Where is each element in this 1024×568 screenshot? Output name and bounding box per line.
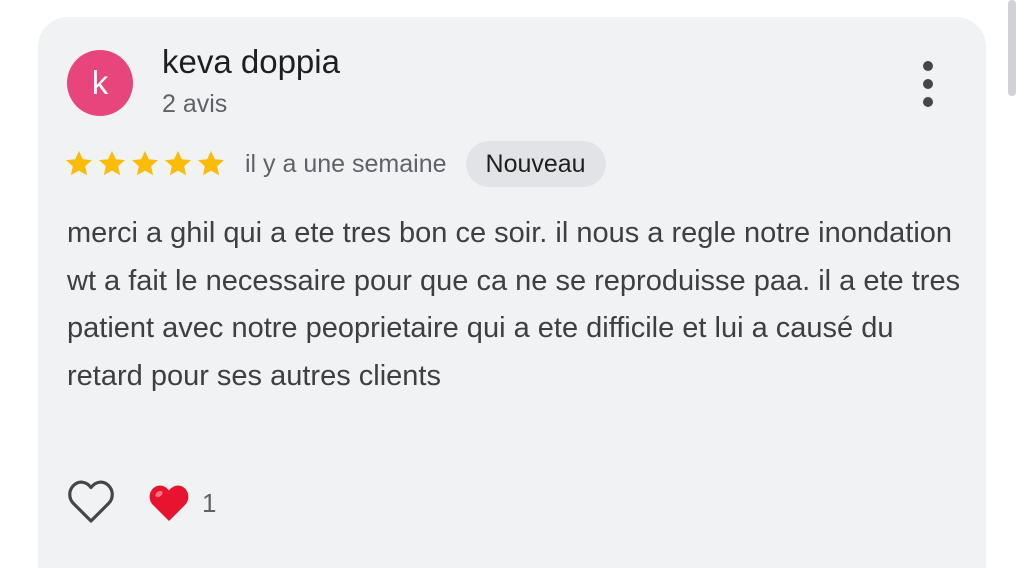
review-card: k keva doppia 2 avis il y a une semaine …	[38, 17, 986, 568]
new-badge: Nouveau	[465, 141, 606, 187]
heart-outline-icon	[68, 480, 114, 523]
red-heart-emoji-icon	[149, 485, 189, 521]
more-options-button[interactable]	[914, 61, 942, 107]
reaction-count: 1	[202, 487, 217, 518]
author-reviews-count: 2 avis	[162, 90, 228, 118]
avatar[interactable]: k	[67, 50, 133, 116]
author-name[interactable]: keva doppia	[162, 43, 340, 81]
heart-reaction[interactable]: 1	[148, 479, 216, 527]
star-icon	[66, 150, 92, 176]
review-date: il y a une semaine	[245, 149, 447, 178]
star-rating	[64, 149, 226, 179]
avatar-initial: k	[91, 64, 109, 101]
review-text: merci a ghil qui a ete tres bon ce soir.…	[67, 217, 961, 392]
star-icon	[165, 150, 191, 176]
scrollbar[interactable]	[1008, 0, 1016, 96]
like-button[interactable]	[67, 480, 115, 524]
star-icon	[198, 150, 224, 176]
star-icon	[99, 150, 125, 176]
rating-row: il y a une semaine Nouveau	[64, 141, 606, 187]
star-icon	[132, 150, 158, 176]
